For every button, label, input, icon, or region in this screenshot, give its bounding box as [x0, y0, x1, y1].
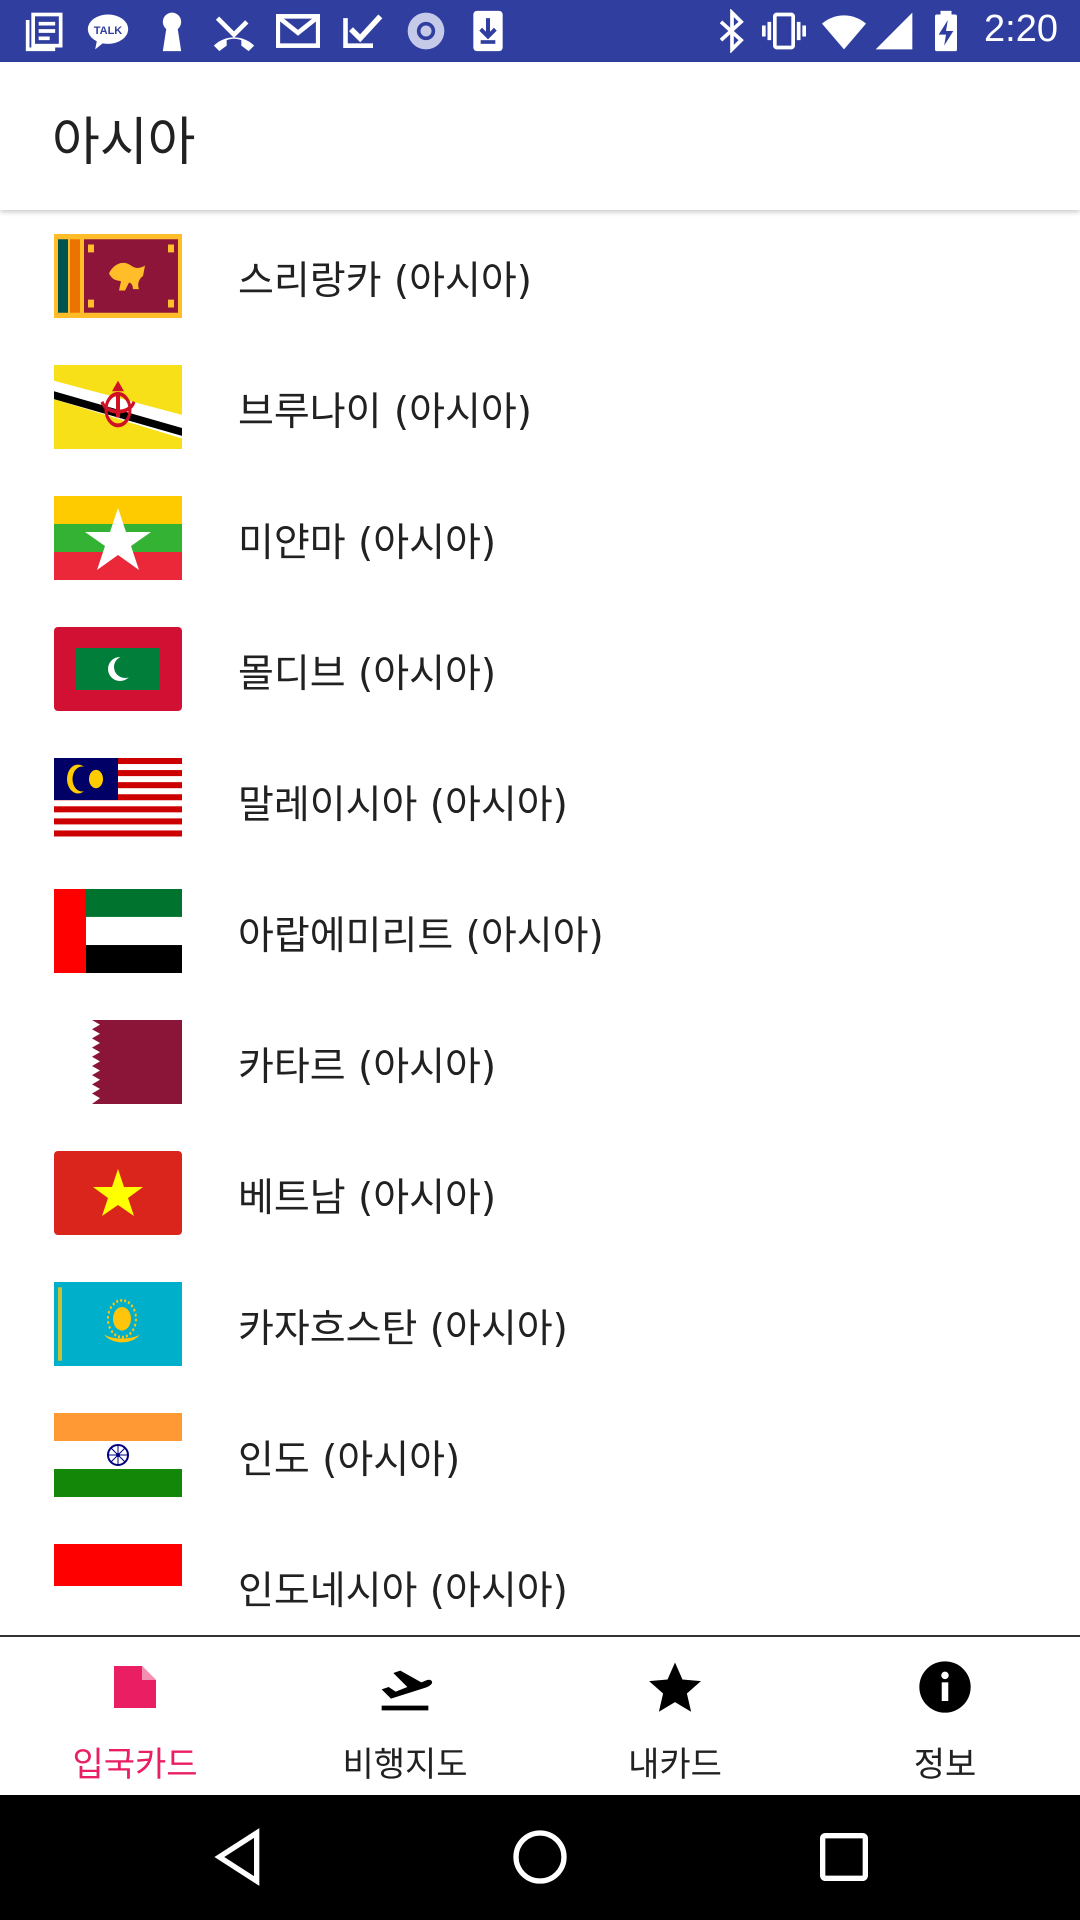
- svg-text:TALK: TALK: [94, 25, 123, 37]
- myanmar-flag-icon: [54, 496, 182, 580]
- brunei-flag-icon: [54, 365, 182, 449]
- list-item-sri-lanka[interactable]: 스리랑카 (아시아): [0, 210, 1080, 341]
- recents-icon[interactable]: [812, 1825, 876, 1889]
- tab-label: 정보: [913, 1745, 977, 1785]
- india-flag-icon: [54, 1413, 182, 1497]
- list-item-vietnam[interactable]: 베트남 (아시아): [0, 1127, 1080, 1258]
- tab-flight-map[interactable]: 비행지도: [270, 1637, 540, 1797]
- country-label: 말레이시아 (아시아): [238, 783, 568, 828]
- list-item-qatar[interactable]: 카타르 (아시아): [0, 996, 1080, 1127]
- home-icon[interactable]: [508, 1825, 572, 1889]
- record-icon: [407, 12, 445, 50]
- list-item-uae[interactable]: 아랍에미리트 (아시아): [0, 865, 1080, 996]
- keyhole-icon: [162, 12, 182, 52]
- kazakhstan-flag-icon: [54, 1282, 182, 1366]
- country-label: 카타르 (아시아): [238, 1045, 497, 1090]
- tasks-icon: [343, 14, 383, 48]
- star-icon: [649, 1662, 701, 1712]
- country-label: 브루나이 (아시아): [238, 390, 532, 435]
- uae-flag-icon: [54, 889, 182, 973]
- download-icon: [473, 10, 503, 52]
- bluetooth-icon: [719, 9, 744, 53]
- sri-lanka-flag-icon: [54, 234, 182, 318]
- signal-icon: [875, 12, 913, 50]
- country-label: 카자흐스탄 (아시아): [238, 1307, 568, 1352]
- kakaotalk-icon: TALK: [87, 14, 129, 50]
- qatar-flag-icon: [54, 1020, 182, 1104]
- gmail-icon: [276, 14, 320, 48]
- list-item-india[interactable]: 인도 (아시아): [0, 1389, 1080, 1520]
- tab-label: 내카드: [628, 1745, 722, 1785]
- system-navigation-bar: [0, 1795, 1080, 1920]
- status-time: 2:20: [984, 8, 1058, 50]
- country-label: 인도 (아시아): [238, 1438, 461, 1483]
- indonesia-flag-icon: [54, 1544, 182, 1586]
- country-label: 미얀마 (아시아): [238, 521, 497, 566]
- battery-charging-icon: [935, 10, 957, 52]
- back-icon[interactable]: [206, 1825, 270, 1889]
- country-list[interactable]: 스리랑카 (아시아) 브루나이 (아시아) 미얀마 (아시아) 몰디브 (아시아…: [0, 210, 1080, 1635]
- tab-my-card[interactable]: 내카드: [540, 1637, 810, 1797]
- list-item-myanmar[interactable]: 미얀마 (아시아): [0, 472, 1080, 603]
- vietnam-flag-icon: [54, 1151, 182, 1235]
- app-bar: 아시아: [0, 62, 1080, 210]
- tab-label: 비행지도: [342, 1745, 468, 1785]
- country-label: 몰디브 (아시아): [238, 652, 497, 697]
- list-item-malaysia[interactable]: 말레이시아 (아시아): [0, 734, 1080, 865]
- country-label: 베트남 (아시아): [238, 1176, 497, 1221]
- country-label: 스리랑카 (아시아): [238, 259, 532, 304]
- malaysia-flag-icon: [54, 758, 182, 842]
- country-label: 인도네시아 (아시아): [238, 1569, 568, 1614]
- status-bar: TALK 2:20: [0, 0, 1080, 62]
- missed-call-icon: [213, 16, 255, 52]
- notes-icon: [25, 12, 63, 52]
- list-item-maldives[interactable]: 몰디브 (아시아): [0, 603, 1080, 734]
- tab-entry-card[interactable]: 입국카드: [0, 1637, 270, 1797]
- page-title: 아시아: [52, 113, 196, 173]
- tab-info[interactable]: 정보: [810, 1637, 1080, 1797]
- card-icon: [114, 1666, 156, 1708]
- tab-label: 입국카드: [72, 1745, 198, 1785]
- list-item-indonesia[interactable]: 인도네시아 (아시아): [0, 1520, 1080, 1635]
- country-label: 아랍에미리트 (아시아): [238, 914, 604, 959]
- wifi-icon: [822, 15, 866, 50]
- vibrate-icon: [762, 12, 806, 50]
- flight-takeoff-icon: [381, 1670, 433, 1711]
- bottom-navigation: 입국카드 비행지도 내카드 정보: [0, 1635, 1080, 1797]
- list-item-kazakhstan[interactable]: 카자흐스탄 (아시아): [0, 1258, 1080, 1389]
- list-item-brunei[interactable]: 브루나이 (아시아): [0, 341, 1080, 472]
- maldives-flag-icon: [54, 627, 182, 711]
- info-icon: [919, 1661, 971, 1713]
